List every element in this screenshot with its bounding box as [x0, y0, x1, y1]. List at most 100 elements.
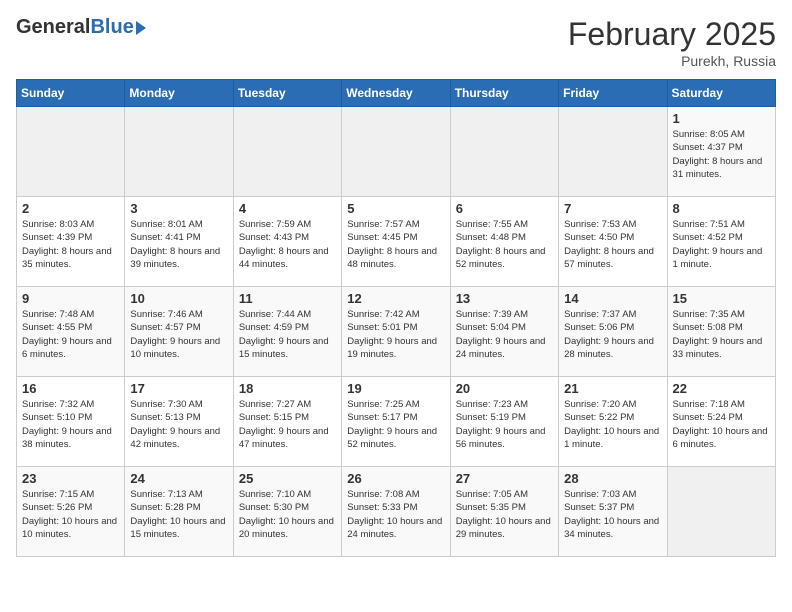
day-info: Sunrise: 7:37 AM Sunset: 5:06 PM Dayligh… [564, 308, 661, 361]
logo-arrow-icon [136, 21, 146, 35]
calendar-day-cell: 16Sunrise: 7:32 AM Sunset: 5:10 PM Dayli… [17, 377, 125, 467]
calendar-day-cell [559, 107, 667, 197]
day-number: 23 [22, 471, 119, 486]
day-number: 6 [456, 201, 553, 216]
day-info: Sunrise: 7:08 AM Sunset: 5:33 PM Dayligh… [347, 488, 444, 541]
calendar-day-cell: 15 Sunrise: 7:35 AM Sunset: 5:08 PM Dayli… [667, 287, 775, 377]
day-number: 21 [564, 381, 661, 396]
logo: General Blue [16, 16, 146, 39]
day-number: 1 [673, 111, 770, 126]
day-number: 14 [564, 291, 661, 306]
calendar-day-cell [17, 107, 125, 197]
day-info: Sunrise: 7:18 AM Sunset: 5:24 PM Dayligh… [673, 398, 770, 451]
day-number: 9 [22, 291, 119, 306]
day-number: 15 [673, 291, 770, 306]
calendar-week-row: 23 Sunrise: 7:15 AM Sunset: 5:26 PM Dayli… [17, 467, 776, 557]
day-info: Sunrise: 7:35 AM Sunset: 5:08 PM Dayligh… [673, 308, 770, 361]
day-number: 20 [456, 381, 553, 396]
day-info: Sunrise: 7:55 AM Sunset: 4:48 PM Dayligh… [456, 218, 553, 271]
day-info: Sunrise: 7:57 AM Sunset: 4:45 PM Dayligh… [347, 218, 444, 271]
day-number: 19 [347, 381, 444, 396]
calendar-day-header: Tuesday [233, 80, 341, 107]
calendar-day-cell: 8 Sunrise: 7:51 AM Sunset: 4:52 PM Daylig… [667, 197, 775, 287]
calendar-day-cell [125, 107, 233, 197]
day-info: Sunrise: 7:20 AM Sunset: 5:22 PM Dayligh… [564, 398, 661, 451]
day-info: Sunrise: 7:03 AM Sunset: 5:37 PM Dayligh… [564, 488, 661, 541]
calendar-day-cell [233, 107, 341, 197]
calendar-day-cell: 11 Sunrise: 7:44 AM Sunset: 4:59 PM Dayli… [233, 287, 341, 377]
day-info: Sunrise: 7:25 AM Sunset: 5:17 PM Dayligh… [347, 398, 444, 451]
calendar-day-cell: 9Sunrise: 7:48 AM Sunset: 4:55 PM Daylig… [17, 287, 125, 377]
day-number: 3 [130, 201, 227, 216]
day-info: Sunrise: 7:27 AM Sunset: 5:15 PM Dayligh… [239, 398, 336, 451]
calendar-day-cell: 12 Sunrise: 7:42 AM Sunset: 5:01 PM Dayli… [342, 287, 450, 377]
calendar-day-header: Wednesday [342, 80, 450, 107]
calendar-day-cell: 18 Sunrise: 7:27 AM Sunset: 5:15 PM Dayli… [233, 377, 341, 467]
day-number: 24 [130, 471, 227, 486]
calendar-week-row: 1 Sunrise: 8:05 AM Sunset: 4:37 PM Daylig… [17, 107, 776, 197]
day-number: 11 [239, 291, 336, 306]
calendar-day-header: Thursday [450, 80, 558, 107]
calendar-day-header: Saturday [667, 80, 775, 107]
calendar-day-cell: 6 Sunrise: 7:55 AM Sunset: 4:48 PM Daylig… [450, 197, 558, 287]
day-number: 28 [564, 471, 661, 486]
day-info: Sunrise: 7:51 AM Sunset: 4:52 PM Dayligh… [673, 218, 770, 271]
logo-general-text: General [16, 16, 90, 39]
calendar-day-cell: 20Sunrise: 7:23 AM Sunset: 5:19 PM Dayli… [450, 377, 558, 467]
day-number: 2 [22, 201, 119, 216]
day-info: Sunrise: 7:05 AM Sunset: 5:35 PM Dayligh… [456, 488, 553, 541]
calendar-day-cell: 4 Sunrise: 7:59 AM Sunset: 4:43 PM Daylig… [233, 197, 341, 287]
day-number: 4 [239, 201, 336, 216]
logo-blue-text: Blue [90, 16, 133, 39]
calendar-day-cell: 3 Sunrise: 8:01 AM Sunset: 4:41 PM Daylig… [125, 197, 233, 287]
calendar-day-cell [342, 107, 450, 197]
calendar-day-cell: 5 Sunrise: 7:57 AM Sunset: 4:45 PM Daylig… [342, 197, 450, 287]
calendar-day-cell: 24 Sunrise: 7:13 AM Sunset: 5:28 PM Dayli… [125, 467, 233, 557]
day-info: Sunrise: 7:13 AM Sunset: 5:28 PM Dayligh… [130, 488, 227, 541]
day-info: Sunrise: 7:39 AM Sunset: 5:04 PM Dayligh… [456, 308, 553, 361]
day-number: 16 [22, 381, 119, 396]
day-info: Sunrise: 7:44 AM Sunset: 4:59 PM Dayligh… [239, 308, 336, 361]
day-number: 17 [130, 381, 227, 396]
day-info: Sunrise: 7:59 AM Sunset: 4:43 PM Dayligh… [239, 218, 336, 271]
day-info: Sunrise: 7:46 AM Sunset: 4:57 PM Dayligh… [130, 308, 227, 361]
calendar-day-header: Monday [125, 80, 233, 107]
calendar-table: SundayMondayTuesdayWednesdayThursdayFrid… [16, 79, 776, 557]
day-info: Sunrise: 7:10 AM Sunset: 5:30 PM Dayligh… [239, 488, 336, 541]
calendar-day-cell: 10 Sunrise: 7:46 AM Sunset: 4:57 PM Dayli… [125, 287, 233, 377]
calendar-day-cell: 17Sunrise: 7:30 AM Sunset: 5:13 PM Dayli… [125, 377, 233, 467]
page-header: General Blue February 2025 Purekh, Russi… [16, 16, 776, 69]
title-area: February 2025 Purekh, Russia [568, 16, 776, 69]
location-text: Purekh, Russia [568, 53, 776, 69]
day-info: Sunrise: 7:15 AM Sunset: 5:26 PM Dayligh… [22, 488, 119, 541]
calendar-day-cell: 14 Sunrise: 7:37 AM Sunset: 5:06 PM Dayli… [559, 287, 667, 377]
day-info: Sunrise: 7:42 AM Sunset: 5:01 PM Dayligh… [347, 308, 444, 361]
calendar-day-cell: 19 Sunrise: 7:25 AM Sunset: 5:17 PM Dayli… [342, 377, 450, 467]
calendar-week-row: 9Sunrise: 7:48 AM Sunset: 4:55 PM Daylig… [17, 287, 776, 377]
day-info: Sunrise: 8:05 AM Sunset: 4:37 PM Dayligh… [673, 128, 770, 181]
calendar-day-cell: 23 Sunrise: 7:15 AM Sunset: 5:26 PM Dayli… [17, 467, 125, 557]
day-info: Sunrise: 7:53 AM Sunset: 4:50 PM Dayligh… [564, 218, 661, 271]
day-number: 12 [347, 291, 444, 306]
day-number: 26 [347, 471, 444, 486]
day-number: 5 [347, 201, 444, 216]
calendar-day-cell: 1 Sunrise: 8:05 AM Sunset: 4:37 PM Daylig… [667, 107, 775, 197]
day-number: 25 [239, 471, 336, 486]
day-number: 18 [239, 381, 336, 396]
calendar-day-header: Friday [559, 80, 667, 107]
month-title: February 2025 [568, 16, 776, 53]
calendar-week-row: 16Sunrise: 7:32 AM Sunset: 5:10 PM Dayli… [17, 377, 776, 467]
day-number: 8 [673, 201, 770, 216]
calendar-day-cell: 27 Sunrise: 7:05 AM Sunset: 5:35 PM Dayli… [450, 467, 558, 557]
day-number: 10 [130, 291, 227, 306]
day-number: 27 [456, 471, 553, 486]
calendar-day-cell: 7Sunrise: 7:53 AM Sunset: 4:50 PM Daylig… [559, 197, 667, 287]
day-number: 13 [456, 291, 553, 306]
calendar-day-cell: 2 Sunrise: 8:03 AM Sunset: 4:39 PM Daylig… [17, 197, 125, 287]
calendar-day-cell: 13 Sunrise: 7:39 AM Sunset: 5:04 PM Dayli… [450, 287, 558, 377]
calendar-day-header: Sunday [17, 80, 125, 107]
day-info: Sunrise: 8:03 AM Sunset: 4:39 PM Dayligh… [22, 218, 119, 271]
day-info: Sunrise: 8:01 AM Sunset: 4:41 PM Dayligh… [130, 218, 227, 271]
calendar-day-cell: 22Sunrise: 7:18 AM Sunset: 5:24 PM Dayli… [667, 377, 775, 467]
calendar-day-cell: 26 Sunrise: 7:08 AM Sunset: 5:33 PM Dayli… [342, 467, 450, 557]
